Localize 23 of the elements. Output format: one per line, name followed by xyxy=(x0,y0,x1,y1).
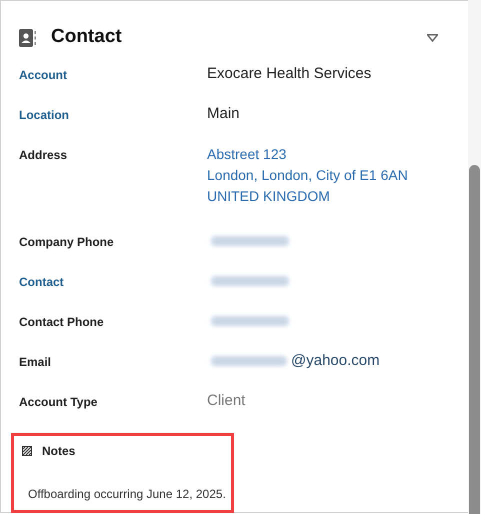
field-label: Account xyxy=(19,67,68,84)
field-label: Address xyxy=(19,147,68,164)
contact-card-icon xyxy=(19,28,37,46)
address-link[interactable]: UNITED KINGDOM xyxy=(207,187,408,205)
field-label: Contact Phone xyxy=(19,314,105,331)
field-label: Contact xyxy=(19,274,65,291)
field-label: Location xyxy=(19,107,70,124)
address-link[interactable]: London, London, City of E1 6AN xyxy=(207,166,408,184)
notes-title: Notes xyxy=(42,443,76,460)
address-link[interactable]: Abstreet 123 xyxy=(207,145,408,163)
field-value: Exocare Health Services xyxy=(207,64,372,84)
field-value: @yahoo.com xyxy=(291,351,380,371)
section-title: Contact xyxy=(51,25,122,50)
notes-text: Offboarding occurring June 12, 2025. xyxy=(28,486,223,503)
collapse-toggle[interactable] xyxy=(427,34,438,42)
field-value: Client xyxy=(207,391,246,411)
scrollbar-thumb[interactable] xyxy=(469,165,480,514)
field-label: Account Type xyxy=(19,394,98,411)
notes-icon xyxy=(22,446,32,456)
field-label: Email xyxy=(19,354,52,371)
field-label: Company Phone xyxy=(19,234,115,251)
field-value: Main xyxy=(207,104,240,124)
caret-icon xyxy=(427,34,438,42)
